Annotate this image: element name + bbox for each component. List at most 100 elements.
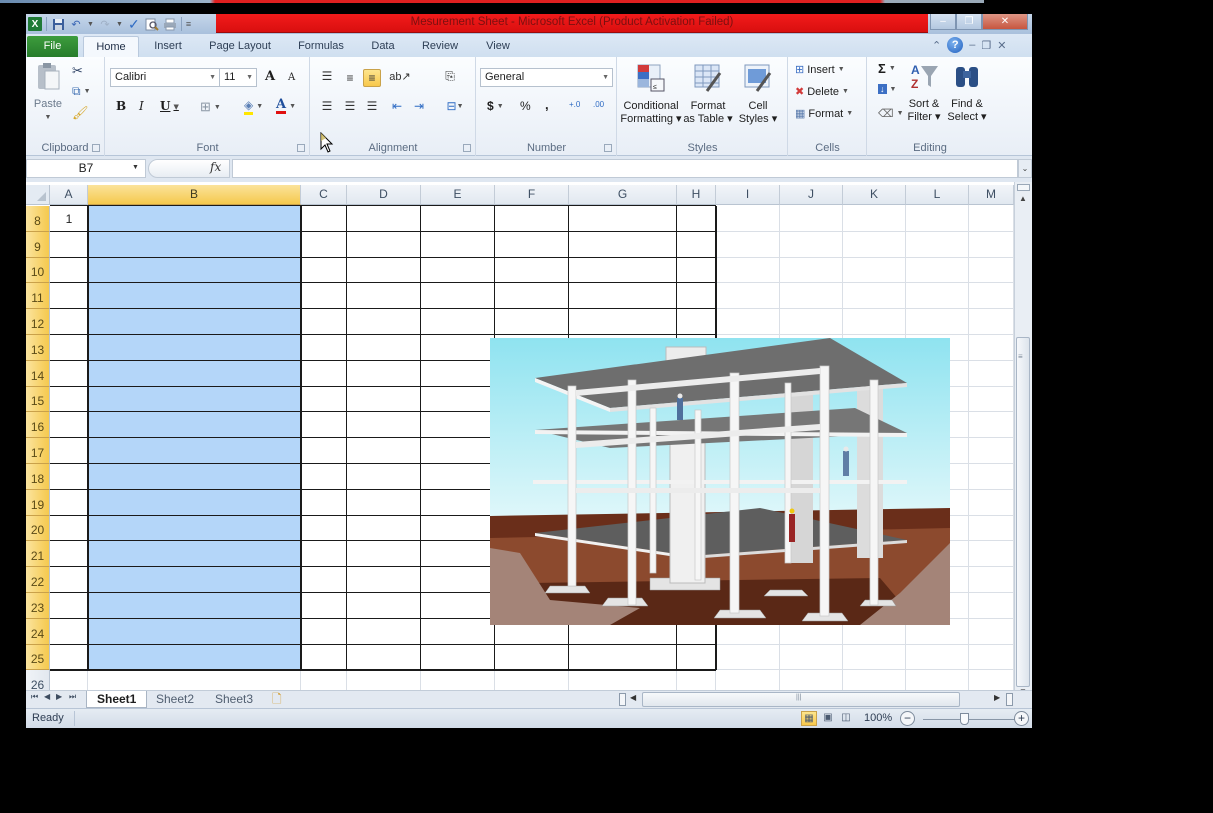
column-header-i[interactable]: I (716, 185, 780, 205)
sheet-tab-sheet2[interactable]: Sheet2 (146, 691, 204, 708)
workbook-minimize-icon[interactable]: – (969, 39, 975, 51)
sheet-tab-sheet1[interactable]: Sheet1 (86, 691, 148, 708)
file-tab[interactable]: File (27, 36, 78, 57)
tab-home[interactable]: Home (83, 36, 139, 57)
find-select-button[interactable]: Find & Select ▾ (946, 61, 988, 124)
orientation-button[interactable]: ab↗ (389, 67, 410, 85)
underline-button[interactable]: U ▼ (160, 99, 179, 113)
redo-dropdown-icon[interactable]: ▼ (116, 21, 123, 28)
row-header-22[interactable]: 22 (26, 567, 50, 593)
column-header-e[interactable]: E (421, 185, 495, 205)
restore-window-button[interactable]: ❐ (956, 14, 982, 30)
minimize-window-button[interactable]: – (930, 14, 956, 30)
clipboard-dialog-launcher-icon[interactable] (92, 144, 100, 152)
tab-page-layout[interactable]: Page Layout (200, 36, 280, 57)
undo-icon[interactable]: ↶ (69, 17, 83, 31)
first-sheet-icon[interactable]: ⏮ (31, 692, 38, 702)
cut-button[interactable]: ✂ (72, 63, 83, 79)
insert-function-icon[interactable]: fx (210, 160, 221, 174)
column-header-m[interactable]: M (969, 185, 1014, 205)
percent-style-button[interactable]: % (520, 99, 531, 113)
zoom-slider-thumb[interactable] (960, 713, 969, 725)
print-icon[interactable] (163, 17, 177, 31)
format-as-table-button[interactable]: Format as Table ▾ (682, 63, 734, 126)
top-align-button[interactable]: ☰ (318, 67, 336, 85)
zoom-level[interactable]: 100% (864, 712, 892, 724)
split-box-icon[interactable] (1006, 693, 1013, 706)
currency-format-button[interactable]: $ ▼ (487, 99, 504, 113)
row-header-16[interactable]: 16 (26, 412, 50, 439)
select-all-button[interactable] (26, 185, 50, 205)
alignment-dialog-launcher-icon[interactable] (463, 144, 471, 152)
row-header-21[interactable]: 21 (26, 541, 50, 568)
row-header-19[interactable]: 19 (26, 489, 50, 516)
sort-filter-button[interactable]: AZ Sort & Filter ▾ (904, 61, 944, 124)
row-header-9[interactable]: 9 (26, 231, 50, 258)
zoom-out-button[interactable]: − (900, 711, 915, 726)
zoom-in-button[interactable]: + (1014, 711, 1029, 726)
minimize-ribbon-icon[interactable]: ⌃ (932, 39, 941, 52)
column-header-d[interactable]: D (347, 185, 421, 205)
borders-button[interactable]: ⊞ ▼ (200, 99, 221, 115)
building-frame-picture[interactable] (490, 338, 950, 625)
clear-button[interactable]: ⌫ ▼ (878, 107, 904, 120)
expand-formula-bar-icon[interactable]: ⌄ (1018, 159, 1032, 178)
vertical-scroll-thumb[interactable] (1016, 337, 1030, 687)
align-right-button[interactable]: ☰ (363, 97, 381, 115)
last-sheet-icon[interactable]: ⏭ (69, 692, 76, 702)
row-header-25[interactable]: 25 (26, 644, 50, 671)
tab-split-box-icon[interactable] (619, 693, 626, 706)
save-icon[interactable] (51, 17, 65, 31)
row-header-18[interactable]: 18 (26, 464, 50, 490)
column-header-j[interactable]: J (780, 185, 843, 205)
prev-sheet-icon[interactable]: ◀ (44, 692, 50, 701)
zoom-slider[interactable] (923, 719, 1015, 720)
font-color-button[interactable]: A ▼ (276, 98, 296, 114)
increase-decimal-button[interactable]: +.0 (569, 100, 580, 109)
vertical-scrollbar[interactable]: ▲ ≡ ▼ (1014, 182, 1032, 692)
italic-button[interactable]: I (139, 99, 144, 113)
font-size-select[interactable]: 11 ▼ (219, 68, 257, 87)
workbook-restore-icon[interactable]: ❐ (981, 39, 991, 52)
scroll-left-icon[interactable]: ◀ (630, 693, 636, 702)
font-name-select[interactable]: Calibri ▼ (110, 68, 220, 87)
insert-worksheet-button[interactable]: 🗋 (266, 691, 288, 708)
cell-styles-button[interactable]: Cell Styles ▾ (734, 63, 782, 126)
copy-button[interactable]: ⧉ ▼ (72, 84, 91, 99)
grow-font-button[interactable]: A (265, 69, 275, 84)
row-header-23[interactable]: 23 (26, 593, 50, 619)
page-break-preview-button[interactable]: ◫ (838, 711, 854, 726)
row-header-26[interactable]: 26 (26, 670, 50, 692)
decrease-decimal-button[interactable]: .00 (593, 100, 604, 109)
row-header-17[interactable]: 17 (26, 438, 50, 464)
row-header-10[interactable]: 10 (26, 257, 50, 284)
column-header-f[interactable]: F (495, 185, 569, 205)
row-header-11[interactable]: 11 (26, 283, 50, 310)
undo-dropdown-icon[interactable]: ▼ (87, 21, 94, 28)
align-left-button[interactable]: ☰ (318, 97, 336, 115)
sheet-tab-sheet3[interactable]: Sheet3 (205, 691, 263, 708)
decrease-indent-button[interactable]: ⇤ (388, 97, 406, 115)
spelling-check-icon[interactable]: ✓ (127, 16, 141, 32)
tab-insert[interactable]: Insert (142, 36, 194, 57)
customize-qat-icon[interactable]: ≡ (186, 19, 191, 29)
normal-view-button[interactable]: ▦ (801, 711, 817, 726)
column-header-l[interactable]: L (906, 185, 969, 205)
comma-style-button[interactable]: , (545, 97, 549, 112)
scroll-up-icon[interactable]: ▲ (1019, 194, 1027, 203)
selected-range-b8-b25[interactable] (88, 206, 301, 671)
name-box[interactable]: B7 (26, 159, 146, 178)
conditional-formatting-button[interactable]: ≤ Conditional Formatting ▾ (620, 63, 682, 126)
bottom-align-button[interactable]: ≡ (363, 69, 381, 87)
middle-align-button[interactable]: ≡ (341, 69, 359, 87)
row-header-8[interactable]: 8 (26, 206, 50, 232)
print-preview-icon[interactable] (145, 17, 159, 31)
tab-formulas[interactable]: Formulas (290, 36, 352, 57)
paste-button[interactable]: Paste ▼ (32, 61, 64, 124)
tab-review[interactable]: Review (414, 36, 466, 57)
column-header-h[interactable]: H (677, 185, 716, 205)
column-header-c[interactable]: C (301, 185, 347, 205)
split-box-icon[interactable] (1017, 184, 1030, 191)
fill-button[interactable]: ↓ ▼ (878, 84, 896, 94)
tab-view[interactable]: View (476, 36, 520, 57)
